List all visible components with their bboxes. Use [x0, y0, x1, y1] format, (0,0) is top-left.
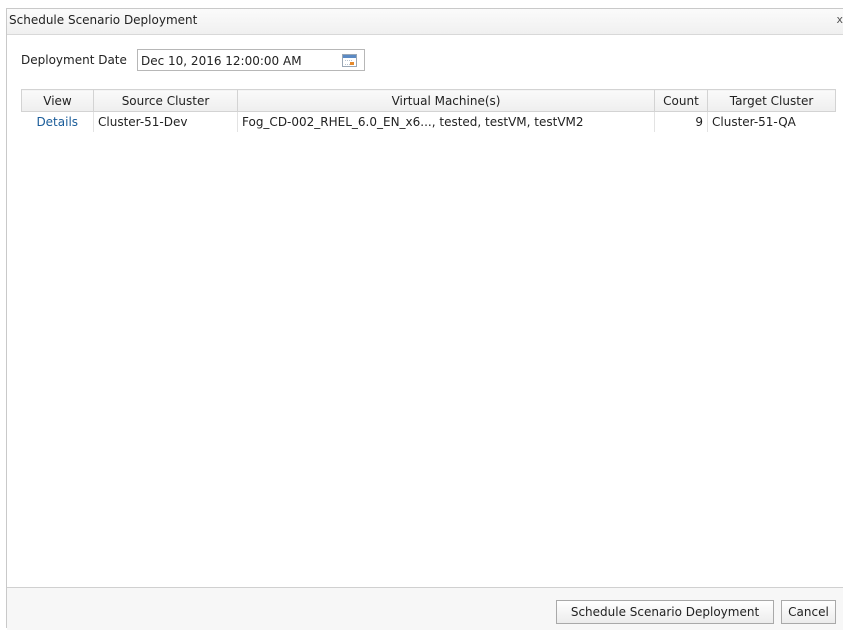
count-cell: 9 [654, 111, 708, 132]
virtual-machines-cell: Fog_CD-002_RHEL_6.0_EN_x6..., tested, te… [237, 111, 655, 132]
close-icon[interactable]: x [836, 13, 843, 26]
source-cluster-cell: Cluster-51-Dev [93, 111, 238, 132]
schedule-deployment-button[interactable]: Schedule Scenario Deployment [556, 600, 774, 624]
table-row[interactable]: Details Cluster-51-Dev Fog_CD-002_RHEL_6… [21, 111, 836, 132]
cancel-button[interactable]: Cancel [781, 600, 836, 624]
details-link[interactable]: Details [21, 111, 94, 132]
dialog-titlebar: Schedule Scenario Deployment x [7, 9, 843, 35]
dialog-footer: Schedule Scenario Deployment Cancel [7, 587, 843, 630]
dialog-title: Schedule Scenario Deployment [9, 13, 198, 27]
table-header-row: View Source Cluster Virtual Machine(s) C… [21, 89, 836, 112]
column-header-target-cluster[interactable]: Target Cluster [707, 89, 836, 112]
column-header-virtual-machines[interactable]: Virtual Machine(s) [237, 89, 655, 112]
column-header-source-cluster[interactable]: Source Cluster [93, 89, 238, 112]
deployment-date-value[interactable]: Dec 10, 2016 12:00:00 AM [141, 54, 302, 68]
column-header-count[interactable]: Count [654, 89, 708, 112]
deployment-date-field[interactable]: Dec 10, 2016 12:00:00 AM [137, 49, 365, 71]
calendar-icon[interactable] [342, 54, 357, 67]
deployment-table: View Source Cluster Virtual Machine(s) C… [21, 89, 836, 132]
schedule-deployment-dialog: Schedule Scenario Deployment x Deploymen… [6, 8, 843, 630]
target-cluster-cell: Cluster-51-QA [712, 115, 796, 129]
deployment-date-label: Deployment Date [21, 53, 127, 67]
column-header-view[interactable]: View [21, 89, 94, 112]
